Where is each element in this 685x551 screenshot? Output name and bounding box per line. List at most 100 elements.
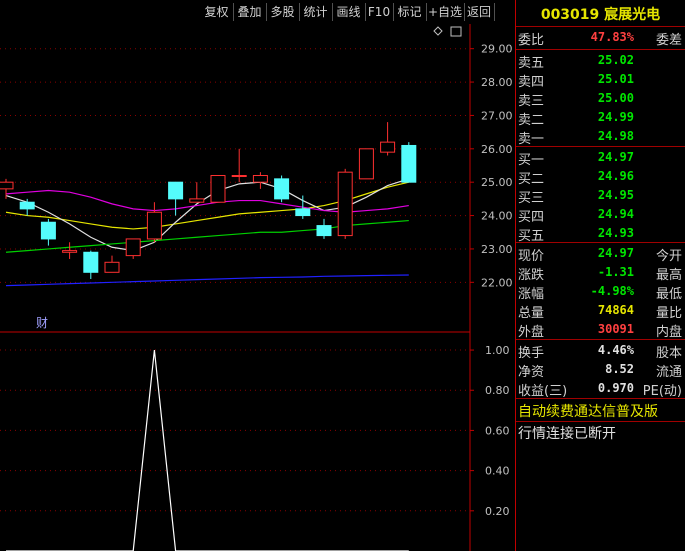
candle[interactable]	[252, 172, 268, 189]
stock-code: 003019	[540, 7, 600, 23]
quote-row-4: 外盘 30091 内盘	[518, 321, 684, 340]
candle[interactable]	[274, 175, 290, 203]
candle[interactable]	[146, 202, 162, 243]
candle[interactable]	[83, 250, 99, 279]
toolbar-button-5[interactable]: F10	[365, 3, 394, 21]
quote-row-2-value: -4.98%	[590, 284, 634, 298]
price-tick-label: 24.00	[481, 210, 513, 223]
indicator-line	[6, 349, 409, 551]
indicator-tick-label: 0.20	[485, 505, 510, 518]
toolbar-button-2[interactable]: 多股	[266, 3, 300, 21]
ask-level-4-label: 卖四	[518, 75, 545, 90]
price-axis: 29.00 28.00 27.00 26.00 25.00 24.00 23.00 22.00	[470, 43, 513, 289]
ask-level-5-label: 卖五	[518, 56, 545, 71]
bid-level-2: 买二 24.96	[518, 168, 684, 187]
bid-level-3: 买三 24.95	[518, 187, 684, 206]
toolbar-button-1[interactable]: 叠加	[233, 3, 267, 21]
candle[interactable]	[337, 168, 353, 239]
candle[interactable]	[0, 178, 14, 199]
price-tick-label: 29.00	[481, 43, 513, 56]
fund-row-0-label2: 股本	[655, 346, 682, 361]
weibi-label: 委比	[518, 33, 545, 48]
quote-row-1-label: 涨跌	[518, 268, 545, 283]
quote-row-4-value: 30091	[597, 322, 634, 336]
quote-row-4-label: 外盘	[518, 325, 545, 340]
candle[interactable]	[316, 218, 332, 239]
panel-toggle-icon[interactable]	[450, 26, 462, 37]
ask-level-1-label: 卖一	[518, 132, 545, 147]
fund-row-2-value: 0.970	[597, 381, 634, 395]
ask-level-3-value: 25.00	[597, 91, 634, 105]
quote-row-0: 现价 24.97 今开	[518, 245, 684, 264]
quote-row-1: 涨跌 -1.31 最高	[518, 264, 684, 283]
toolbar-button-3[interactable]: 统计	[299, 3, 333, 21]
bid-level-4: 买四 24.94	[518, 206, 684, 225]
indicator-axis: 1.00 0.80 0.60 0.40 0.20	[470, 344, 510, 518]
quote-row-2: 涨幅 -4.98% 最低	[518, 283, 684, 302]
stock-name: 宸展光电	[604, 7, 661, 23]
toolbar-button-4[interactable]: 画线	[332, 3, 366, 21]
ask-level-1: 卖一 24.98	[518, 128, 684, 147]
toolbar-button-6[interactable]: 标记	[393, 3, 427, 21]
ask-level-2-label: 卖二	[518, 113, 545, 128]
promo-link[interactable]: 自动续费通达信普及版	[518, 401, 658, 421]
bid-level-1-value: 24.97	[597, 150, 634, 164]
weicha-label: 委差	[655, 33, 682, 48]
candle[interactable]	[210, 175, 226, 203]
candle[interactable]	[380, 122, 396, 156]
bid-level-2-value: 24.96	[597, 169, 634, 183]
candle[interactable]	[125, 238, 141, 259]
kline-chart[interactable]: 29.00 28.00 27.00 26.00 25.00 24.00 23.00 22.00…	[0, 24, 515, 551]
connection-status: 行情连接已断开	[518, 426, 616, 442]
candle[interactable]	[104, 255, 120, 273]
ask-level-3: 卖三 25.00	[518, 90, 684, 109]
finance-marker[interactable]: 财	[36, 316, 48, 330]
quote-row-2-label: 涨幅	[518, 287, 545, 302]
indicator-grid	[0, 349, 470, 512]
ask-level-5: 卖五 25.02	[518, 52, 684, 71]
fund-row-1-value: 8.52	[605, 362, 634, 376]
candle[interactable]	[19, 198, 35, 216]
quote-row-3-value: 74864	[597, 303, 634, 317]
diamond-icon[interactable]	[433, 26, 443, 36]
ask-level-3-label: 卖三	[518, 94, 545, 109]
fund-row-1-label2: 流通	[655, 365, 682, 380]
quote-row-3: 总量 74864 量比	[518, 302, 684, 321]
fund-row-0: 换手 4.46% 股本	[518, 342, 684, 361]
price-tick-label: 22.00	[481, 276, 513, 289]
fund-row-2-label2: PE(动)	[642, 384, 682, 399]
fund-row-2-label: 收益(三)	[518, 384, 568, 399]
candle[interactable]	[358, 148, 374, 180]
candlesticks	[0, 122, 417, 279]
indicator-tick-label: 1.00	[485, 344, 510, 357]
fund-row-0-label: 换手	[518, 346, 545, 361]
quote-panel: 003019 宸展光电 委比 47.83% 委差 卖五 25.02 卖四 25.01 卖…	[515, 0, 685, 551]
fund-row-1: 净资 8.52 流通	[518, 361, 684, 380]
indicator-tick-label: 0.40	[485, 465, 510, 478]
stock-title: 003019 宸展光电	[516, 4, 685, 24]
price-tick-label: 25.00	[481, 176, 513, 189]
toolbar-button-0[interactable]: 复权	[200, 3, 234, 21]
candle[interactable]	[62, 242, 78, 259]
indicator-tick-label: 0.60	[485, 424, 510, 437]
candle[interactable]	[40, 218, 56, 246]
quote-row-1-value: -1.31	[597, 265, 634, 279]
ma-line-4	[5, 274, 409, 287]
candle[interactable]	[231, 148, 247, 183]
weibi-value: 47.83%	[590, 30, 634, 44]
candle[interactable]	[168, 181, 184, 216]
quote-row-3-label2: 量比	[655, 306, 682, 321]
indicator-series	[6, 349, 409, 551]
quote-row-4-label2: 内盘	[655, 325, 682, 340]
toolbar-button-8[interactable]: 返回	[464, 3, 495, 21]
toolbar-button-7[interactable]: +自选	[426, 3, 465, 21]
bid-level-4-label: 买四	[518, 210, 545, 225]
ask-level-2-value: 24.99	[597, 110, 634, 124]
price-tick-label: 28.00	[481, 76, 513, 89]
candle[interactable]	[295, 195, 311, 219]
price-tick-label: 26.00	[481, 143, 513, 156]
ask-level-5-value: 25.02	[597, 53, 634, 67]
bid-level-4-value: 24.94	[597, 207, 634, 221]
candle[interactable]	[189, 182, 205, 203]
candle[interactable]	[401, 142, 417, 183]
